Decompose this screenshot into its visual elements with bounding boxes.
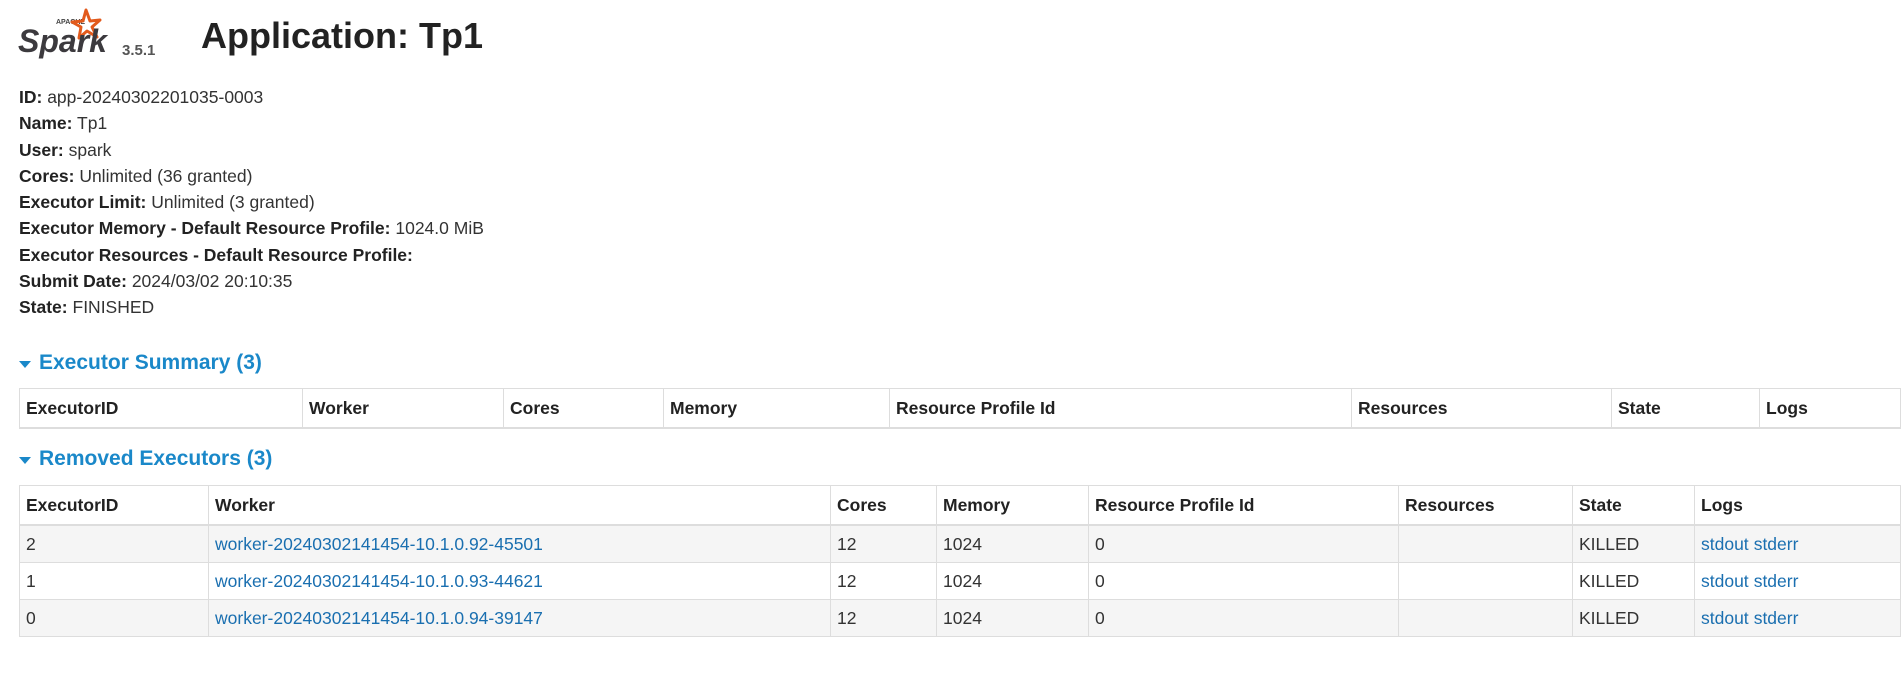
column-header-state[interactable]: State (1572, 485, 1695, 526)
column-header-logs[interactable]: Logs (1759, 388, 1901, 429)
info-key: Name: (19, 113, 73, 134)
worker-link[interactable]: worker-20240302141454-10.1.0.94-39147 (215, 608, 543, 628)
cell-worker: worker-20240302141454-10.1.0.92-45501 (208, 524, 831, 563)
cell-resources (1398, 524, 1573, 563)
page-title-app-name: Tp1 (419, 15, 484, 56)
removed-executors-heading: Removed Executors (3) (39, 447, 273, 470)
cell-resource-profile-id: 0 (1088, 562, 1399, 600)
column-header-resources[interactable]: Resources (1351, 388, 1612, 429)
stdout-link[interactable]: stdout (1701, 608, 1749, 628)
collapse-caret-icon (19, 456, 31, 464)
info-key: Cores: (19, 165, 75, 186)
cell-memory: 1024 (936, 599, 1089, 637)
stderr-link[interactable]: stderr (1754, 534, 1799, 554)
info-value: 1024.0 MiB (395, 218, 484, 239)
cell-cores: 12 (830, 562, 937, 600)
spark-logo[interactable]: APACHE Spark 3.5.1 (18, 8, 156, 64)
cell-memory: 1024 (936, 562, 1089, 600)
cell-cores: 12 (830, 524, 937, 563)
table-row: 0 worker-20240302141454-10.1.0.94-39147 … (19, 599, 1901, 637)
spark-logo-icon: APACHE Spark (18, 8, 109, 59)
executor-summary-heading: Executor Summary (3) (39, 351, 262, 374)
cell-worker: worker-20240302141454-10.1.0.93-44621 (208, 562, 831, 600)
column-header-cores[interactable]: Cores (830, 485, 937, 526)
info-key: User: (19, 139, 64, 160)
info-value: app-20240302201035-0003 (47, 87, 264, 107)
info-value: 2024/03/02 20:10:35 (131, 271, 293, 292)
page-header: APACHE Spark 3.5.1 Application: Tp1 (18, 8, 483, 64)
info-submit-date: Submit Date: 2024/03/02 20:10:35 (19, 268, 484, 294)
cell-logs: stdout stderr (1694, 562, 1901, 600)
info-cores: Cores: Unlimited (36 granted) (19, 163, 484, 189)
info-state: State: FINISHED (19, 294, 484, 320)
cell-logs: stdout stderr (1694, 524, 1901, 563)
info-key: State: (19, 297, 68, 318)
stdout-link[interactable]: stdout (1701, 571, 1749, 591)
removed-executors-toggle[interactable]: Removed Executors (3) (19, 447, 272, 471)
cell-logs: stdout stderr (1694, 599, 1901, 637)
column-header-cores[interactable]: Cores (503, 388, 664, 429)
cell-state: KILLED (1572, 599, 1695, 637)
column-header-worker[interactable]: Worker (302, 388, 504, 429)
info-value: spark (68, 139, 112, 160)
page-title-prefix: Application: (201, 15, 409, 56)
info-key: Executor Memory - Default Resource Profi… (19, 218, 391, 239)
info-executor-limit: Executor Limit: Unlimited (3 granted) (19, 189, 484, 215)
cell-resource-profile-id: 0 (1088, 599, 1399, 637)
cell-resources (1398, 599, 1573, 637)
cell-state: KILLED (1572, 524, 1695, 563)
info-key: Submit Date: (19, 271, 127, 292)
column-header-resources[interactable]: Resources (1398, 485, 1573, 526)
spark-version: 3.5.1 (122, 42, 156, 59)
worker-link[interactable]: worker-20240302141454-10.1.0.93-44621 (215, 571, 543, 591)
cell-resource-profile-id: 0 (1088, 524, 1399, 563)
column-header-executorid[interactable]: ExecutorID (19, 388, 303, 429)
logo-spark-text: Spark (18, 23, 109, 59)
stderr-link[interactable]: stderr (1754, 608, 1799, 628)
cell-state: KILLED (1572, 562, 1695, 600)
column-header-memory[interactable]: Memory (936, 485, 1089, 526)
info-executor-resources: Executor Resources - Default Resource Pr… (19, 242, 484, 268)
info-value: FINISHED (72, 297, 155, 318)
cell-memory: 1024 (936, 524, 1089, 563)
cell-executor-id: 0 (19, 599, 209, 637)
info-value: Unlimited (36 granted) (79, 165, 253, 186)
table-row: 1 worker-20240302141454-10.1.0.93-44621 … (19, 562, 1901, 600)
column-header-executorid[interactable]: ExecutorID (19, 485, 209, 526)
column-header-worker[interactable]: Worker (208, 485, 831, 526)
removed-executors-table: ExecutorID Worker Cores Memory Resource … (19, 485, 1901, 637)
info-value: Tp1 (77, 113, 108, 134)
info-key: Executor Resources - Default Resource Pr… (19, 244, 413, 265)
cell-cores: 12 (830, 599, 937, 637)
column-header-memory[interactable]: Memory (663, 388, 890, 429)
table-row: 2 worker-20240302141454-10.1.0.92-45501 … (19, 524, 1901, 563)
worker-link[interactable]: worker-20240302141454-10.1.0.92-45501 (215, 534, 543, 554)
column-header-resource-profile-id[interactable]: Resource Profile Id (889, 388, 1352, 429)
cell-worker: worker-20240302141454-10.1.0.94-39147 (208, 599, 831, 637)
column-header-state[interactable]: State (1611, 388, 1760, 429)
application-info-list: ID: app-20240302201035-0003 Name: Tp1 Us… (19, 84, 484, 321)
info-value: Unlimited (3 granted) (151, 192, 315, 213)
stdout-link[interactable]: stdout (1701, 534, 1749, 554)
info-executor-memory: Executor Memory - Default Resource Profi… (19, 215, 484, 241)
cell-resources (1398, 562, 1573, 600)
info-user: User: spark (19, 137, 484, 163)
info-key: Executor Limit: (19, 192, 147, 213)
stderr-link[interactable]: stderr (1754, 571, 1799, 591)
column-header-logs[interactable]: Logs (1694, 485, 1901, 526)
page-title: Application: Tp1 (201, 14, 483, 58)
table-header-row: ExecutorID Worker Cores Memory Resource … (19, 388, 1901, 429)
table-header-row: ExecutorID Worker Cores Memory Resource … (19, 485, 1901, 526)
info-name: Name: Tp1 (19, 110, 484, 136)
info-key: ID: (19, 87, 43, 107)
executor-summary-table: ExecutorID Worker Cores Memory Resource … (19, 388, 1901, 429)
info-id: ID: app-20240302201035-0003 (19, 84, 484, 110)
cell-executor-id: 1 (19, 562, 209, 600)
spark-app-page: APACHE Spark 3.5.1 Application: Tp1 ID: … (0, 0, 1902, 677)
cell-executor-id: 2 (19, 524, 209, 563)
collapse-caret-icon (19, 360, 31, 368)
executor-summary-toggle[interactable]: Executor Summary (3) (19, 351, 262, 375)
column-header-resource-profile-id[interactable]: Resource Profile Id (1088, 485, 1399, 526)
